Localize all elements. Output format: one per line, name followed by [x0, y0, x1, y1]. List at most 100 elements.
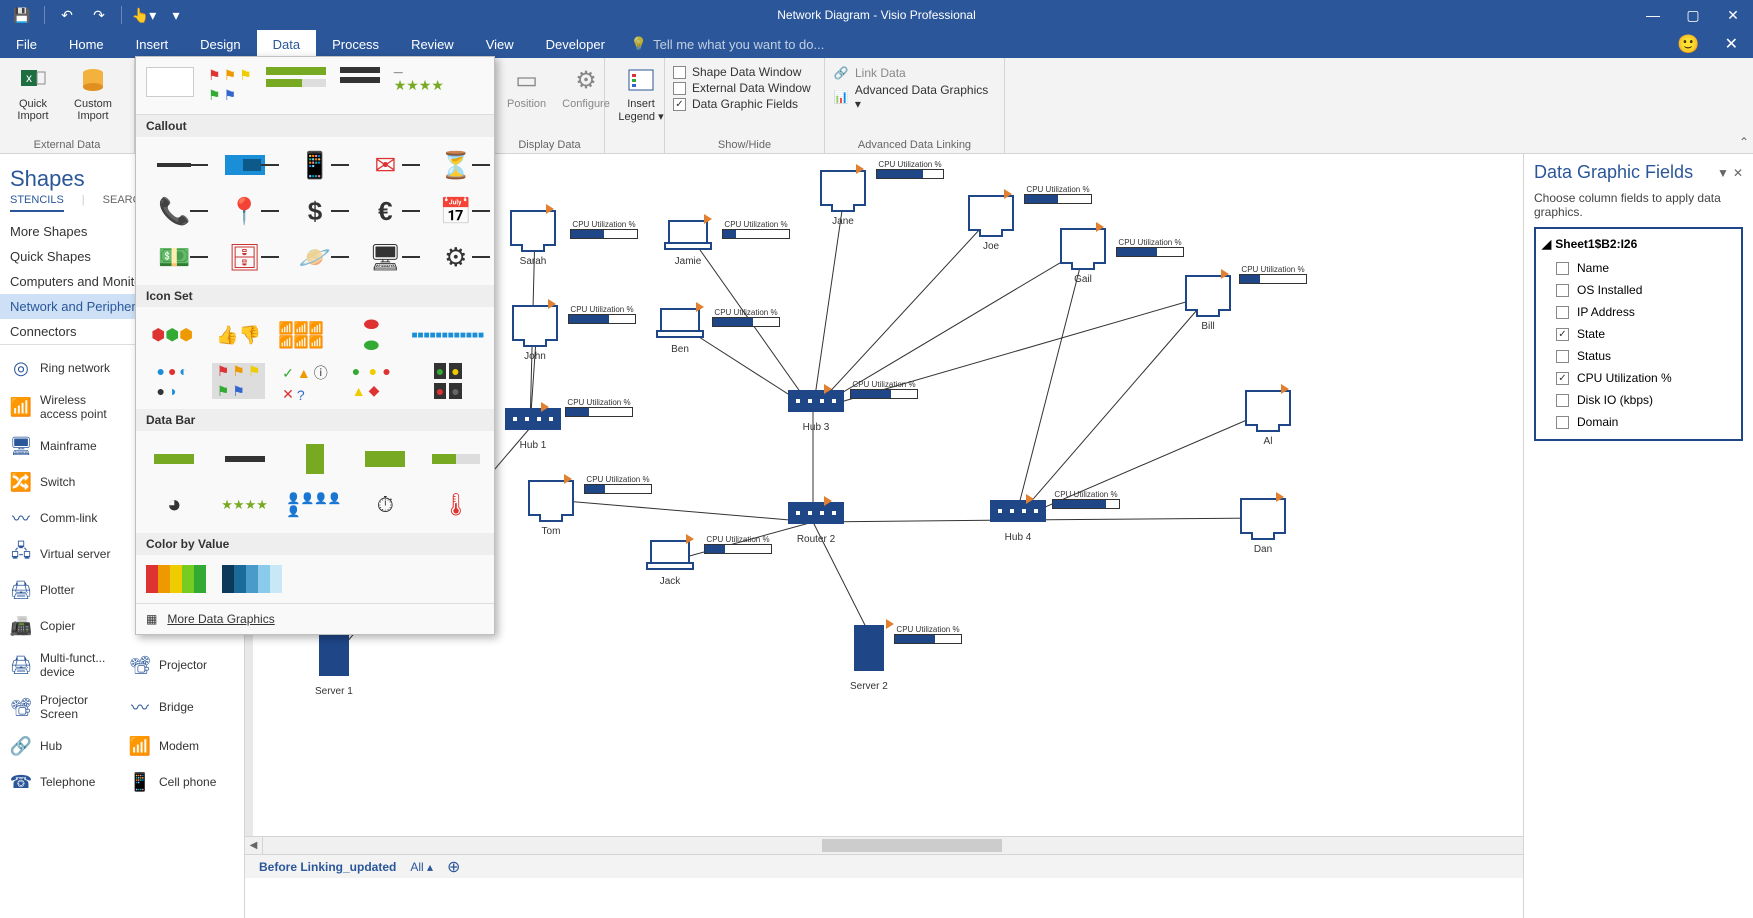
save-icon[interactable]: 💾 — [8, 3, 36, 27]
diagram-node[interactable]: JackCPU Utilization % — [650, 540, 690, 587]
diagram-node[interactable]: Hub 3CPU Utilization % — [788, 390, 844, 433]
diagram-node[interactable]: JamieCPU Utilization % — [668, 220, 708, 267]
shape-item[interactable]: 〰Comm-link — [6, 501, 119, 535]
iconset-wifi[interactable]: 📶📶📶📶📶📶 — [279, 317, 331, 353]
iconset-toggles[interactable]: ⬬⬬ — [345, 317, 397, 353]
menu-developer[interactable]: Developer — [530, 30, 621, 58]
gallery-dashes-option[interactable] — [340, 67, 380, 104]
shape-item[interactable]: 〰Bridge — [125, 687, 238, 727]
iconset-lights[interactable]: ●●●▲◆ — [345, 363, 397, 399]
colorset-blues[interactable] — [222, 565, 282, 593]
field-checkbox-row[interactable]: ✓State — [1542, 323, 1735, 345]
shape-item[interactable]: 🔀Switch — [6, 465, 119, 499]
menu-file[interactable]: File — [0, 30, 53, 58]
field-checkbox-row[interactable]: Domain — [1542, 411, 1735, 433]
diagram-node[interactable]: Hub 1CPU Utilization % — [505, 408, 561, 451]
quick-import-button[interactable]: x Quick Import — [6, 62, 60, 135]
diagram-node[interactable]: SarahCPU Utilization % — [510, 210, 556, 267]
databar-3[interactable] — [287, 441, 343, 477]
menu-process[interactable]: Process — [316, 30, 395, 58]
shape-item[interactable]: 🖨Plotter — [6, 573, 119, 607]
iconset-status[interactable]: ✓▲ⓘ✕? — [279, 363, 331, 399]
undo-icon[interactable]: ↶ — [53, 3, 81, 27]
redo-icon[interactable]: ↷ — [85, 3, 113, 27]
diagram-node[interactable]: TomCPU Utilization % — [528, 480, 574, 537]
field-checkbox-row[interactable]: Name — [1542, 257, 1735, 279]
callout-tag-option[interactable] — [216, 147, 272, 183]
connection-line[interactable] — [553, 500, 813, 522]
shape-item[interactable]: 📠Copier — [6, 609, 119, 643]
diagram-node[interactable]: Router 2 — [788, 502, 844, 545]
feedback-smiley-icon[interactable]: 🙂 — [1667, 34, 1709, 55]
restore-icon[interactable]: ▢ — [1673, 0, 1713, 30]
custom-import-button[interactable]: Custom Import — [64, 62, 122, 135]
gallery-stars-option[interactable]: —★★★★ — [394, 67, 444, 104]
diagram-node[interactable]: Al — [1245, 390, 1291, 447]
iconset-thumbs[interactable]: 👍👎 — [212, 317, 264, 353]
callout-db-option[interactable]: 🗄 — [216, 239, 272, 275]
callout-phone-option[interactable]: 📱 — [287, 147, 343, 183]
menu-review[interactable]: Review — [395, 30, 470, 58]
advanced-data-graphics-button[interactable]: 📊 Advanced Data Graphics ▾ — [825, 82, 1004, 112]
scroll-thumb[interactable] — [822, 839, 1002, 852]
gallery-bars-option[interactable] — [266, 67, 326, 104]
iconset-flags2[interactable]: ⚑⚑⚑⚑⚑ — [212, 363, 264, 399]
field-checkbox-row[interactable]: ✓CPU Utilization % — [1542, 367, 1735, 389]
diagram-node[interactable]: BenCPU Utilization % — [660, 308, 700, 355]
shape-item[interactable]: 📱Cell phone — [125, 765, 238, 799]
gallery-flags-option[interactable]: ⚑⚑⚑ ⚑⚑ — [208, 67, 252, 104]
shape-item[interactable]: ◎Ring network — [6, 351, 119, 385]
callout-hourglass-option[interactable]: ⏳ — [428, 147, 484, 183]
all-pages-button[interactable]: All ▴ — [410, 860, 433, 874]
colorset-rainbow[interactable] — [146, 565, 206, 593]
callout-call-option[interactable]: 📞 — [146, 193, 202, 229]
field-checkbox-row[interactable]: OS Installed — [1542, 279, 1735, 301]
databar-thermo[interactable]: 🌡 — [428, 487, 484, 523]
panel-menu-icon[interactable]: ▼ — [1717, 166, 1729, 180]
menu-view[interactable]: View — [470, 30, 530, 58]
shape-item[interactable]: 📶Wireless access point — [6, 387, 119, 427]
menu-home[interactable]: Home — [53, 30, 120, 58]
callout-mail-option[interactable]: ✉ — [357, 147, 413, 183]
iconset-traffic[interactable]: ●●●● — [412, 363, 484, 399]
shape-item[interactable]: 🖨Multi-funct... device — [6, 645, 119, 685]
gallery-none-option[interactable] — [146, 67, 194, 97]
field-checkbox-row[interactable]: IP Address — [1542, 301, 1735, 323]
touch-mode-icon[interactable]: 👆▾ — [130, 3, 158, 27]
diagram-node[interactable]: Hub 4CPU Utilization % — [990, 500, 1046, 543]
field-checkbox-row[interactable]: Disk IO (kbps) — [1542, 389, 1735, 411]
databar-stars[interactable]: ★★★★ — [216, 487, 272, 523]
stencils-tab[interactable]: STENCILS — [10, 194, 64, 212]
external-data-window-checkbox[interactable]: External Data Window — [665, 80, 824, 96]
callout-euro-option[interactable]: € — [357, 193, 413, 229]
collapse-ribbon-icon[interactable]: ⌃ — [1739, 135, 1749, 149]
callout-text-option[interactable] — [146, 147, 202, 183]
shape-item[interactable]: ☎Telephone — [6, 765, 119, 799]
diagram-node[interactable]: Server 2CPU Utilization % — [850, 625, 888, 692]
diagram-node[interactable]: BillCPU Utilization % — [1185, 275, 1231, 332]
shape-item[interactable]: 📽Projector Screen — [6, 687, 119, 727]
field-checkbox-row[interactable]: Status — [1542, 345, 1735, 367]
close-document-icon[interactable]: ✕ — [1710, 34, 1753, 54]
data-graphic-fields-checkbox[interactable]: ✓ Data Graphic Fields — [665, 96, 824, 112]
diagram-node[interactable]: JoeCPU Utilization % — [968, 195, 1014, 252]
menu-design[interactable]: Design — [184, 30, 256, 58]
databar-4[interactable] — [357, 441, 413, 477]
sheet-expander[interactable]: ◢Sheet1$B2:I26 — [1542, 235, 1735, 257]
menu-data[interactable]: Data — [257, 30, 316, 58]
databar-2[interactable] — [216, 441, 272, 477]
close-icon[interactable]: ✕ — [1713, 0, 1753, 30]
add-page-icon[interactable]: ⊕ — [447, 857, 460, 877]
more-data-graphics-button[interactable]: ▦ More Data Graphics — [136, 603, 494, 634]
diagram-node[interactable]: Server 1CPU Utilization % — [315, 630, 353, 697]
callout-dollar-option[interactable]: $ — [287, 193, 343, 229]
diagram-node[interactable]: JohnCPU Utilization % — [512, 305, 558, 362]
tell-me-search[interactable]: 💡 Tell me what you want to do... — [621, 36, 824, 52]
diagram-node[interactable]: JaneCPU Utilization % — [820, 170, 866, 227]
databar-gauge[interactable]: ⏱ — [357, 487, 413, 523]
minimize-icon[interactable]: — — [1633, 0, 1673, 30]
callout-money-option[interactable]: 💵 — [146, 239, 202, 275]
connection-line[interactable] — [1015, 518, 1265, 520]
databar-1[interactable] — [146, 441, 202, 477]
callout-pin-option[interactable]: 📍 — [216, 193, 272, 229]
